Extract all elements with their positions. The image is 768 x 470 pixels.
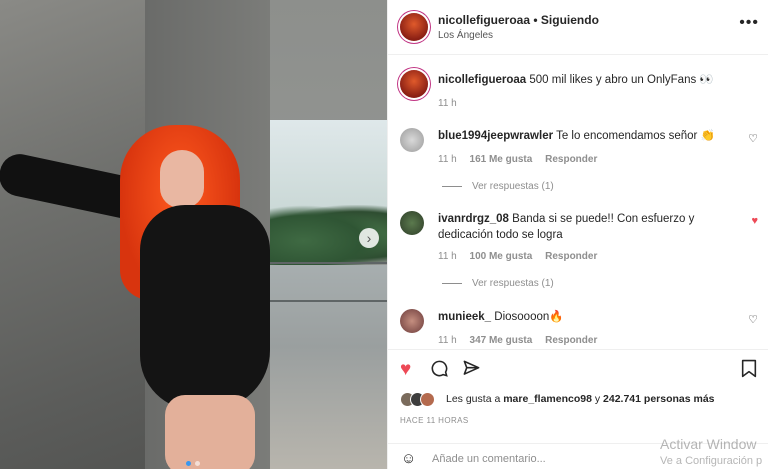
activation-watermark-title: Activar Window [660, 436, 757, 452]
photo-ground [268, 265, 387, 469]
comment-likes[interactable]: 347 Me gusta [470, 335, 533, 346]
comment-username[interactable]: blue1994jeepwrawler [438, 130, 553, 142]
comment-text-line: munieek_ Diosoooon🔥 [438, 309, 733, 325]
photo-person-dress [140, 205, 270, 410]
heart-filled-icon[interactable]: ♥ [400, 359, 411, 381]
post-header: nicollefigueroaa • Siguiendo Los Ángeles… [388, 0, 768, 55]
caption-text-line: nicollefigueroaa 500 mil likes y abro un… [438, 72, 714, 86]
heart-outline-icon[interactable]: ♡ [748, 132, 758, 145]
likes-count[interactable]: 242.741 personas más [603, 393, 715, 405]
comment-text: Te lo encomendamos señor 👏 [556, 130, 715, 142]
avatar[interactable] [400, 70, 428, 98]
heart-outline-icon[interactable]: ♡ [748, 313, 758, 326]
replies-line [442, 282, 462, 284]
comment-input[interactable]: Añade un comentario... [432, 453, 546, 465]
caption-time: 11 h [438, 98, 457, 109]
view-replies-button[interactable]: Ver respuestas (1) [442, 278, 554, 289]
comment-likes[interactable]: 100 Me gusta [470, 251, 533, 262]
likes-user[interactable]: mare_flamenco98 [503, 393, 592, 405]
likes-text[interactable]: Les gusta a mare_flamenco98 y 242.741 pe… [446, 393, 715, 405]
avatar[interactable] [400, 211, 424, 235]
comment-text-line: ivanrdrgz_08 Banda si se puede!! Con esf… [438, 211, 733, 243]
comment-text-line: blue1994jeepwrawler Te lo encomendamos s… [438, 128, 733, 144]
view-replies-label: Ver respuestas (1) [472, 278, 554, 289]
avatar[interactable] [420, 392, 435, 407]
reply-button[interactable]: Responder [545, 154, 597, 165]
post-panel: nicollefigueroaa • Siguiendo Los Ángeles… [387, 0, 768, 469]
comment-meta: 11 h 161 Me gusta Responder [438, 154, 607, 165]
post-location[interactable]: Los Ángeles [438, 30, 493, 41]
carousel-dot [195, 461, 200, 466]
more-horizontal-icon[interactable]: ••• [739, 14, 759, 32]
activation-watermark-subtitle: Ve a Configuración p [660, 455, 763, 467]
comment-text: Diosoooon🔥 [494, 311, 564, 323]
avatar[interactable] [400, 128, 424, 152]
send-icon[interactable] [462, 359, 481, 384]
following-button[interactable]: Siguiendo [541, 13, 599, 27]
comment-username[interactable]: ivanrdrgz_08 [438, 213, 509, 225]
likes-prefix: Les gusta a [446, 393, 501, 405]
carousel-dots [186, 461, 200, 466]
comment-meta: 11 h 347 Me gusta Responder [438, 335, 607, 346]
post-username[interactable]: nicollefigueroaa [438, 13, 530, 27]
avatar[interactable] [400, 309, 424, 333]
comment-time: 11 h [438, 251, 457, 262]
avatar[interactable] [400, 13, 428, 41]
comment-username[interactable]: munieek_ [438, 311, 491, 323]
photo-rail [268, 262, 387, 264]
post-actions-bar: ♥ [388, 349, 768, 390]
reply-button[interactable]: Responder [545, 335, 597, 346]
comment-time: 11 h [438, 154, 457, 165]
caption-username[interactable]: nicollefigueroaa [438, 74, 526, 86]
separator-dot: • [533, 13, 538, 27]
view-replies-button[interactable]: Ver respuestas (1) [442, 181, 554, 192]
bookmark-icon[interactable] [741, 359, 757, 384]
replies-line [442, 185, 462, 187]
likes-connector: y [594, 393, 601, 405]
reply-button[interactable]: Responder [545, 251, 597, 262]
likes-summary: Les gusta a mare_flamenco98 y 242.741 pe… [400, 390, 760, 408]
emoji-icon[interactable]: ☺ [401, 450, 416, 467]
posted-time[interactable]: HACE 11 HORAS [400, 416, 469, 425]
chevron-right-icon[interactable]: › [359, 228, 379, 248]
comment-meta: 11 h 100 Me gusta Responder [438, 251, 607, 262]
heart-filled-icon[interactable]: ♥ [751, 215, 758, 227]
post-username-line: nicollefigueroaa • Siguiendo [438, 13, 599, 27]
comment-time: 11 h [438, 335, 457, 346]
comment-likes[interactable]: 161 Me gusta [470, 154, 533, 165]
photo-person-face [160, 150, 204, 208]
caption-text: 500 mil likes y abro un OnlyFans 👀 [529, 74, 714, 86]
photo-rail [268, 300, 387, 302]
post-photo[interactable]: › [0, 0, 387, 469]
comment-bubble-icon[interactable] [430, 359, 449, 384]
carousel-dot-active [186, 461, 191, 466]
photo-person-legs [165, 395, 255, 469]
view-replies-label: Ver respuestas (1) [472, 181, 554, 192]
